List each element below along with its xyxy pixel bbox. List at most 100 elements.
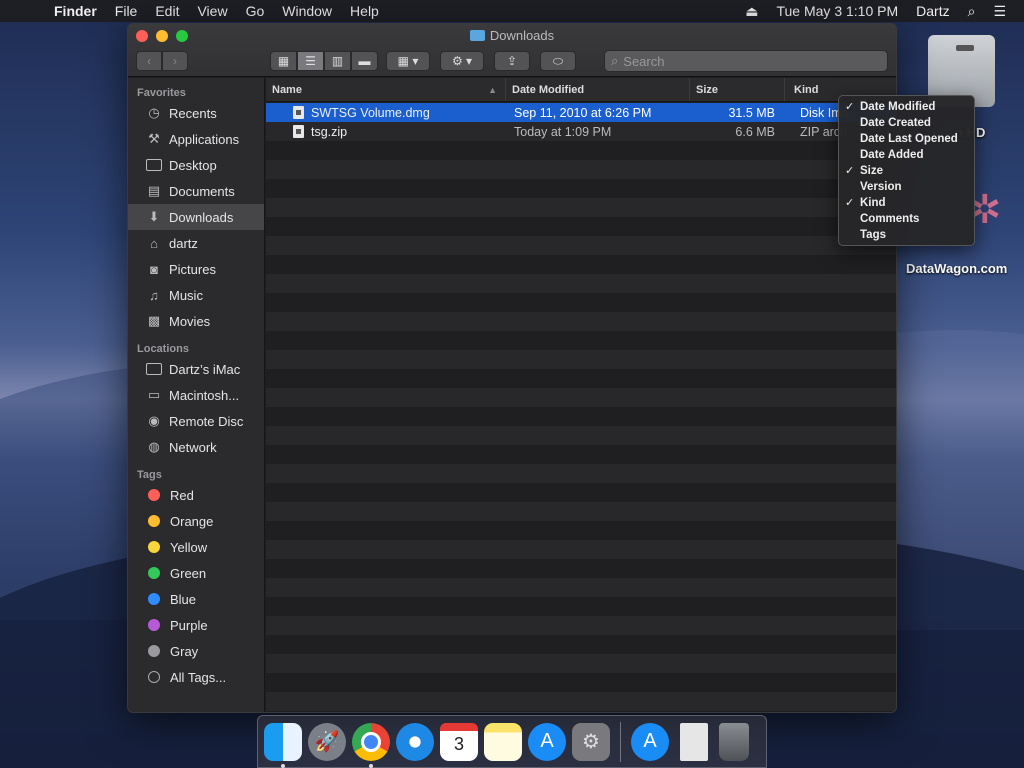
sidebar-tag-gray[interactable]: Gray <box>128 638 264 664</box>
search-input[interactable] <box>623 53 864 69</box>
notes-dock-icon[interactable] <box>484 722 522 761</box>
group-by-button[interactable]: ▦ ▾ <box>386 51 430 71</box>
menubar-clock[interactable]: Tue May 3 1:10 PM <box>776 3 898 19</box>
search-icon: ⌕ <box>611 53 619 68</box>
finder-dock-icon[interactable] <box>264 722 302 768</box>
menu-edit[interactable]: Edit <box>155 3 179 19</box>
zip-file-icon <box>293 125 304 138</box>
chevron-right-icon: › <box>173 54 177 68</box>
back-button[interactable]: ‹ <box>136 51 162 71</box>
sidebar-tag-yellow[interactable]: Yellow <box>128 534 264 560</box>
sidebar-item-desktop[interactable]: Desktop <box>128 152 264 178</box>
sidebar-tag-all[interactable]: All Tags... <box>128 664 264 690</box>
file-row[interactable]: SWTSG Volume.dmg Sep 11, 2010 at 6:26 PM… <box>266 103 896 122</box>
sidebar-section-locations: Locations <box>137 343 189 355</box>
system-preferences-dock-icon[interactable]: ⚙ <box>572 722 610 761</box>
sidebar-tag-green[interactable]: Green <box>128 560 264 586</box>
sidebar-item-macintosh[interactable]: ▭ Macintosh... <box>128 382 264 408</box>
chrome-dock-icon[interactable] <box>352 722 390 768</box>
sidebar-item-recents[interactable]: ◷ Recents <box>128 100 264 126</box>
sidebar-item-movies[interactable]: ▩ Movies <box>128 308 264 334</box>
finder-window: Downloads ‹ › ▦ ☰ ▥ ▬ ▦ ▾ ⚙ ▾ ⇪ ⬭ ⌕ Favo <box>127 23 897 713</box>
sidebar-item-imac[interactable]: Dartz’s iMac <box>128 356 264 382</box>
sidebar-item-dartz[interactable]: ⌂ dartz <box>128 230 264 256</box>
document-dock-icon[interactable] <box>680 722 708 761</box>
menu-item-date-added[interactable]: Date Added <box>839 147 974 163</box>
search-field[interactable]: ⌕ <box>604 50 888 72</box>
menu-item-date-modified[interactable]: ✓ Date Modified <box>839 99 974 115</box>
sort-ascending-icon: ▲ <box>488 84 497 95</box>
spotlight-search-icon[interactable]: ⌕ <box>968 3 976 20</box>
menu-item-tags[interactable]: Tags <box>839 227 974 243</box>
column-header-size[interactable]: Size <box>690 78 785 101</box>
imac-icon <box>145 362 163 377</box>
group-grid-icon: ▦ ▾ <box>397 54 419 68</box>
sidebar-tag-orange[interactable]: Orange <box>128 508 264 534</box>
disk-image-file-icon <box>293 106 304 119</box>
forward-button[interactable]: › <box>162 51 188 71</box>
menu-item-date-last-opened[interactable]: Date Last Opened <box>839 131 974 147</box>
sidebar-item-applications[interactable]: ⚒ Applications <box>128 126 264 152</box>
menu-go[interactable]: Go <box>246 3 265 19</box>
menu-app-finder[interactable]: Finder <box>54 3 97 19</box>
eject-icon[interactable]: ⏏ <box>745 3 758 20</box>
file-rows: SWTSG Volume.dmg Sep 11, 2010 at 6:26 PM… <box>266 103 896 712</box>
menu-item-comments[interactable]: Comments <box>839 211 974 227</box>
sidebar-item-music[interactable]: ♫ Music <box>128 282 264 308</box>
menu-item-kind[interactable]: ✓ Kind <box>839 195 974 211</box>
sidebar-tag-blue[interactable]: Blue <box>128 586 264 612</box>
menu-help[interactable]: Help <box>350 3 379 19</box>
notification-center-icon[interactable]: ☰ <box>993 3 1006 20</box>
tag-dot-icon <box>148 515 160 527</box>
menu-item-size[interactable]: ✓ Size <box>839 163 974 179</box>
list-view-button[interactable]: ☰ <box>297 51 324 71</box>
window-titlebar[interactable]: Downloads ‹ › ▦ ☰ ▥ ▬ ▦ ▾ ⚙ ▾ ⇪ ⬭ ⌕ <box>128 24 896 77</box>
column-header-name[interactable]: Name ▲ <box>266 78 506 101</box>
checkmark-icon: ✓ <box>845 165 855 177</box>
menu-view[interactable]: View <box>197 3 227 19</box>
app-store-downloads-dock-icon[interactable]: A <box>631 722 669 761</box>
menu-item-date-created[interactable]: Date Created <box>839 115 974 131</box>
all-tags-icon <box>148 671 160 683</box>
calendar-dock-icon[interactable]: 3 <box>440 722 478 761</box>
columns-icon: ▥ <box>331 54 344 68</box>
menu-file[interactable]: File <box>115 3 138 19</box>
gallery-view-button[interactable]: ▬ <box>351 51 378 71</box>
sidebar-item-documents[interactable]: ▤ Documents <box>128 178 264 204</box>
safari-dock-icon[interactable] <box>396 722 434 761</box>
menu-item-version[interactable]: Version <box>839 179 974 195</box>
sidebar-item-network[interactable]: ◍ Network <box>128 434 264 460</box>
trash-dock-icon[interactable] <box>719 722 749 761</box>
toolbar: ‹ › ▦ ☰ ▥ ▬ ▦ ▾ ⚙ ▾ ⇪ ⬭ ⌕ <box>136 50 888 72</box>
menu-window[interactable]: Window <box>282 3 332 19</box>
launchpad-dock-icon[interactable]: 🚀 <box>308 722 346 761</box>
menubar-user[interactable]: Dartz <box>916 3 949 19</box>
tag-dot-icon <box>148 645 160 657</box>
desktop-icon <box>145 158 163 173</box>
column-header-date-modified[interactable]: Date Modified <box>506 78 690 101</box>
column-view-button[interactable]: ▥ <box>324 51 351 71</box>
sidebar-item-pictures[interactable]: ◙ Pictures <box>128 256 264 282</box>
sidebar-tag-purple[interactable]: Purple <box>128 612 264 638</box>
tags-button[interactable]: ⬭ <box>540 51 576 71</box>
window-title: Downloads <box>128 28 896 43</box>
file-row[interactable]: tsg.zip Today at 1:09 PM 6.6 MB ZIP arch <box>266 122 896 141</box>
tag-dot-icon <box>148 489 160 501</box>
dock: 🚀 3 A ⚙ A <box>257 715 767 768</box>
column-header-row: Name ▲ Date Modified Size Kind <box>266 78 896 102</box>
dock-separator <box>620 721 621 762</box>
sidebar-item-downloads[interactable]: ⬇ Downloads <box>128 204 264 230</box>
sidebar-item-remote-disc[interactable]: ◉ Remote Disc <box>128 408 264 434</box>
action-button[interactable]: ⚙ ▾ <box>440 51 484 71</box>
share-icon: ⇪ <box>506 54 518 68</box>
icon-view-button[interactable]: ▦ <box>270 51 297 71</box>
checkmark-icon: ✓ <box>845 101 855 113</box>
gallery-icon: ▬ <box>358 54 371 68</box>
tag-dot-icon <box>148 619 160 631</box>
tag-dot-icon <box>148 541 160 553</box>
share-button[interactable]: ⇪ <box>494 51 530 71</box>
menu-bar: Finder File Edit View Go Window Help ⏏ T… <box>0 0 1024 22</box>
sidebar-tag-red[interactable]: Red <box>128 482 264 508</box>
globe-icon: ◍ <box>148 439 160 454</box>
app-store-dock-icon[interactable]: A <box>528 722 566 761</box>
